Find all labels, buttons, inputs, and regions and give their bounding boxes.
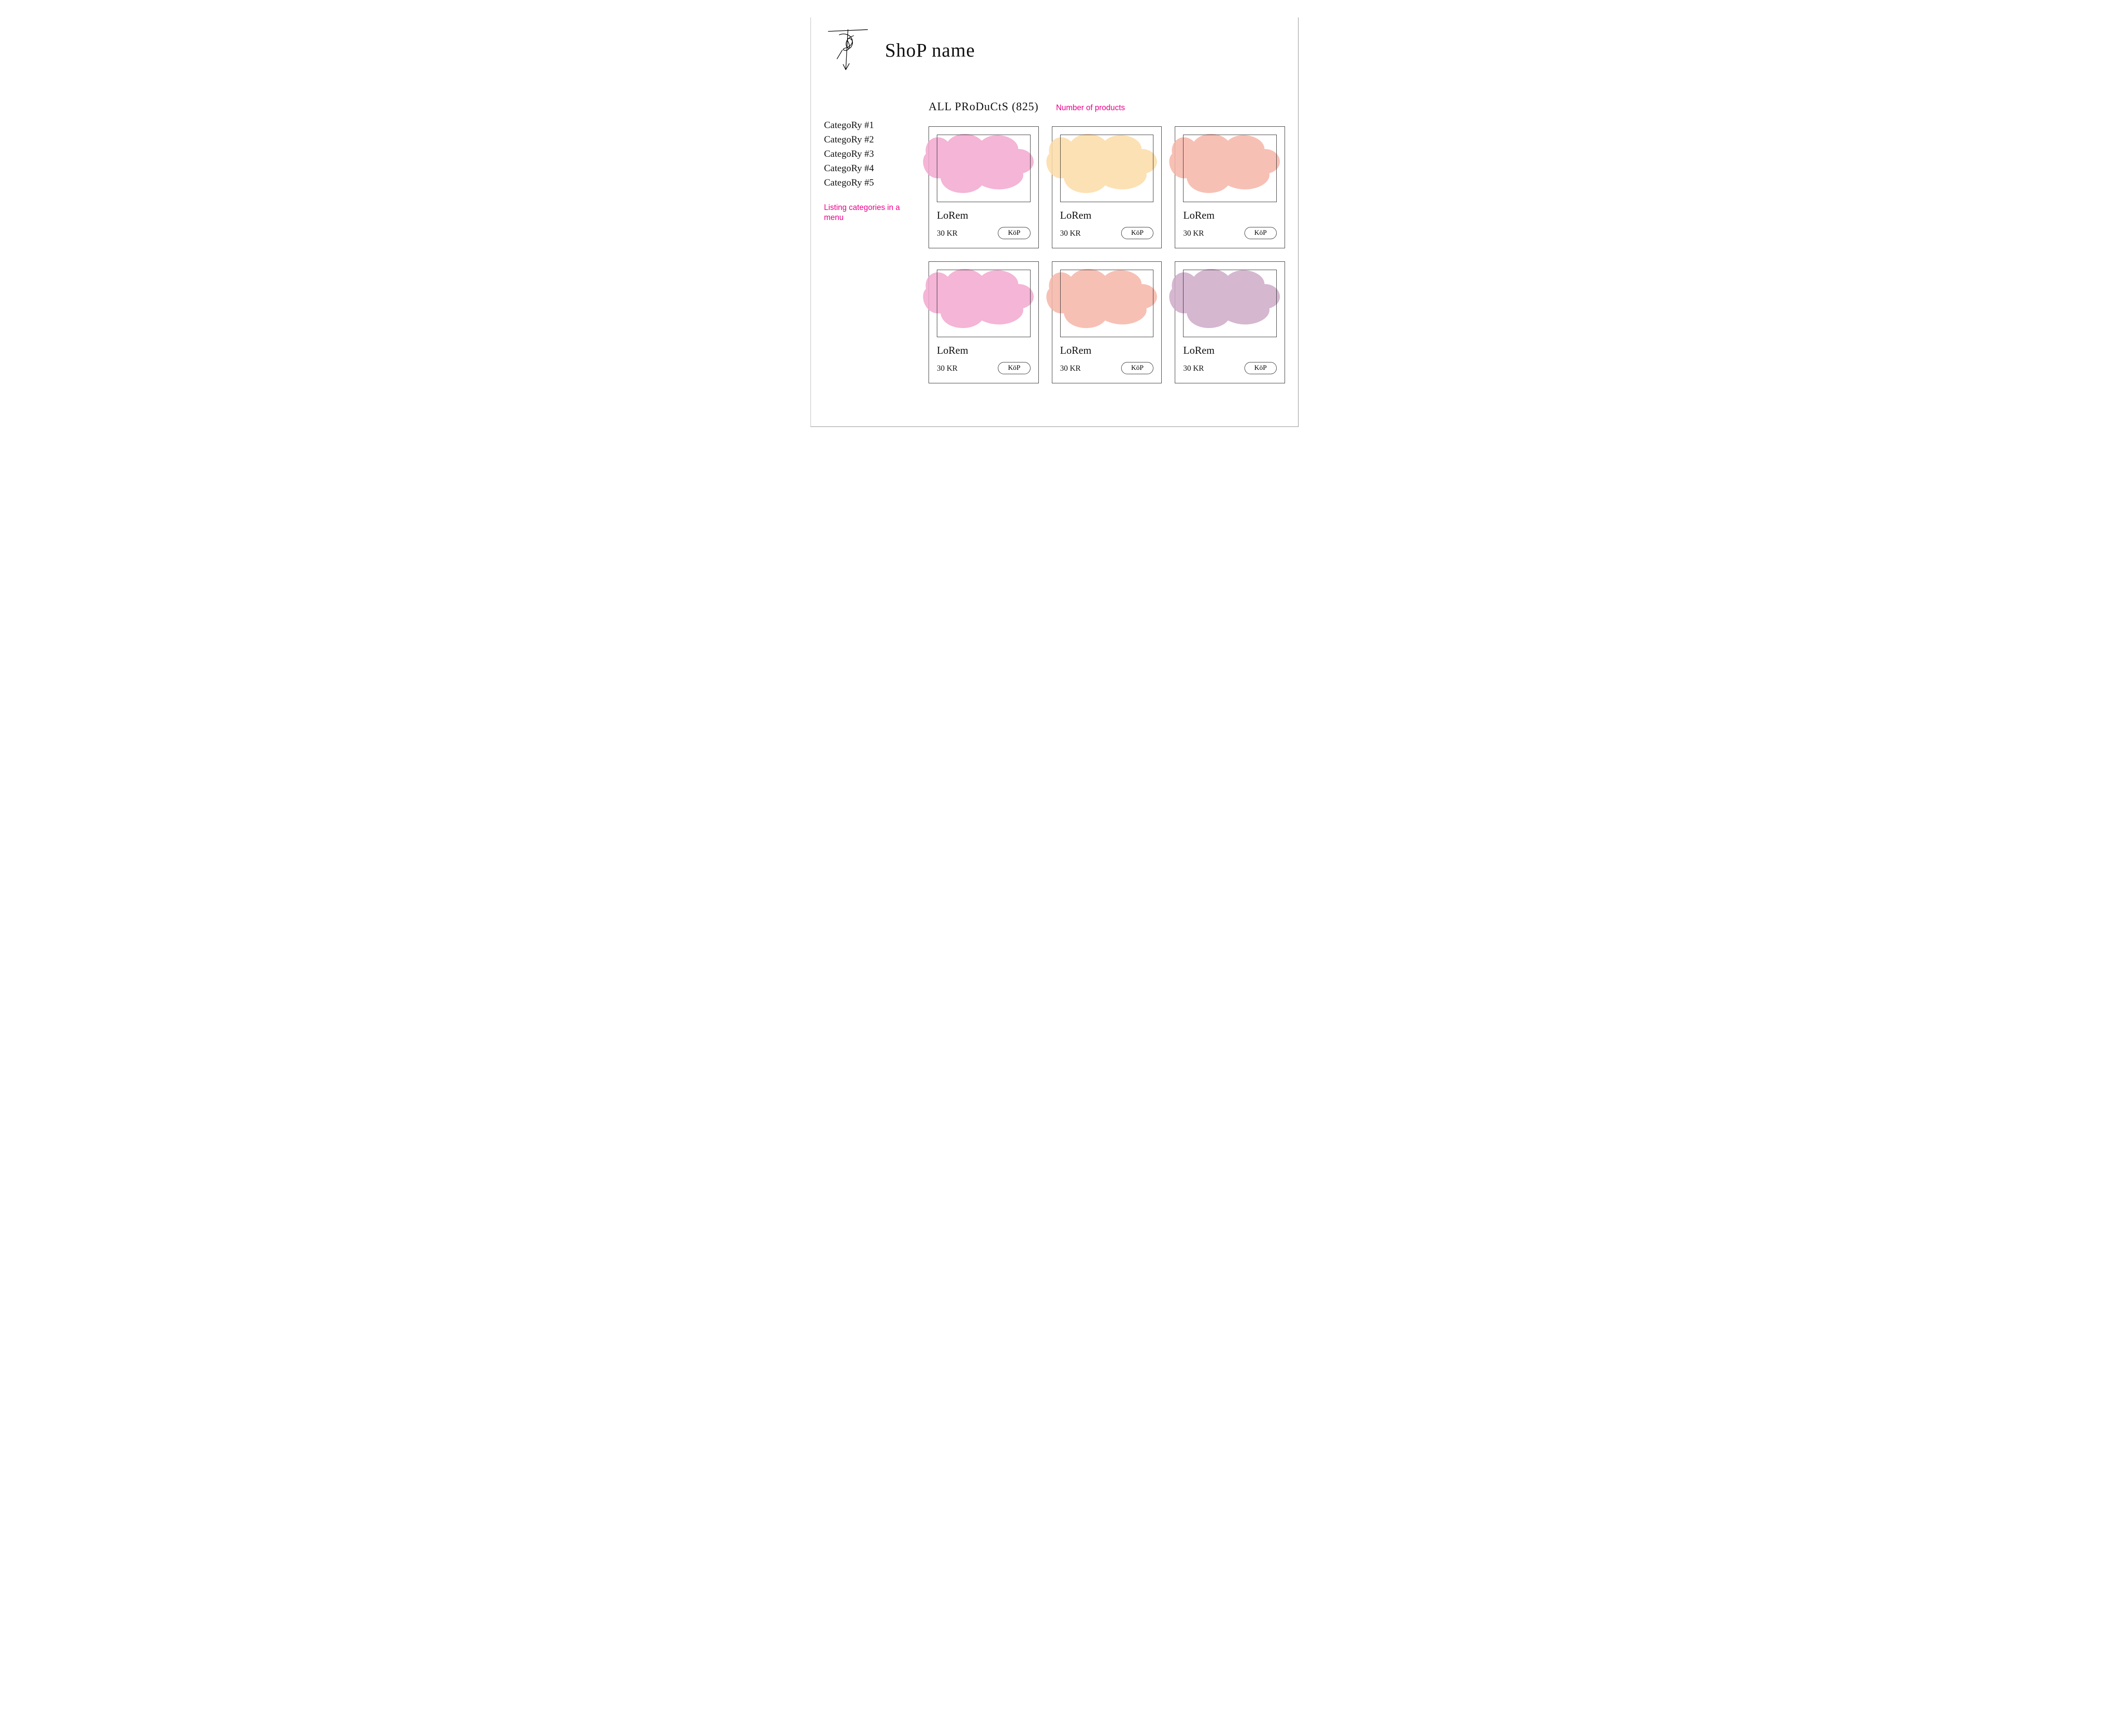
product-price: 30 KR (1060, 364, 1081, 373)
logo-scribble-icon (824, 26, 872, 74)
product-image-frame (1060, 270, 1154, 337)
product-card[interactable]: LoRem 30 KR KöP (1175, 126, 1285, 248)
product-price: 30 KR (937, 229, 958, 238)
page-heading: ALL PRoDuCtS (825) (929, 100, 1039, 113)
buy-button[interactable]: KöP (998, 362, 1030, 374)
product-price: 30 KR (1183, 229, 1204, 238)
sidebar-item-category[interactable]: CategoRy #4 (824, 161, 911, 175)
product-title: LoRem (1183, 345, 1277, 357)
buy-button-label: KöP (1255, 229, 1267, 237)
product-price: 30 KR (1183, 364, 1204, 373)
product-title: LoRem (1183, 210, 1277, 222)
sidebar-item-category[interactable]: CategoRy #1 (824, 118, 911, 132)
product-footer: 30 KR KöP (1183, 362, 1277, 374)
product-image-frame (937, 135, 1031, 202)
product-image-frame (1183, 135, 1277, 202)
sidebar-annotation: Listing categories in a menu (824, 203, 911, 223)
product-footer: 30 KR KöP (1060, 362, 1154, 374)
product-card[interactable]: LoRem 30 KR KöP (1052, 126, 1162, 248)
product-footer: 30 KR KöP (937, 362, 1031, 374)
page-frame: ShoP name CategoRy #1 CategoRy #2 Catego… (810, 17, 1299, 427)
product-footer: 30 KR KöP (1183, 227, 1277, 239)
sidebar-item-category[interactable]: CategoRy #5 (824, 175, 911, 190)
sidebar-item-category[interactable]: CategoRy #2 (824, 132, 911, 146)
product-footer: 30 KR KöP (1060, 227, 1154, 239)
product-title: LoRem (937, 345, 1031, 357)
header: ShoP name (824, 26, 1285, 74)
buy-button[interactable]: KöP (1121, 362, 1153, 374)
buy-button[interactable]: KöP (1121, 227, 1153, 239)
product-title: LoRem (1060, 345, 1154, 357)
product-image-frame (1060, 135, 1154, 202)
product-card[interactable]: LoRem 30 KR KöP (929, 261, 1039, 383)
product-price: 30 KR (937, 364, 958, 373)
category-sidebar: CategoRy #1 CategoRy #2 CategoRy #3 Cate… (824, 100, 911, 383)
sidebar-item-category[interactable]: CategoRy #3 (824, 146, 911, 161)
product-title: LoRem (937, 210, 1031, 222)
product-card[interactable]: LoRem 30 KR KöP (1052, 261, 1162, 383)
buy-button[interactable]: KöP (998, 227, 1030, 239)
buy-button[interactable]: KöP (1244, 362, 1277, 374)
buy-button-label: KöP (1255, 364, 1267, 372)
buy-button-label: KöP (1131, 364, 1143, 372)
product-image-frame (1183, 270, 1277, 337)
buy-button-label: KöP (1008, 229, 1020, 237)
product-footer: 30 KR KöP (937, 227, 1031, 239)
product-price: 30 KR (1060, 229, 1081, 238)
content-layout: CategoRy #1 CategoRy #2 CategoRy #3 Cate… (824, 100, 1285, 383)
product-card[interactable]: LoRem 30 KR KöP (1175, 261, 1285, 383)
heading-row: ALL PRoDuCtS (825) Number of products (929, 100, 1285, 113)
buy-button-label: KöP (1131, 229, 1143, 237)
heading-annotation: Number of products (1056, 103, 1125, 112)
buy-button[interactable]: KöP (1244, 227, 1277, 239)
buy-button-label: KöP (1008, 364, 1020, 372)
product-grid: LoRem 30 KR KöP LoRem 30 KR KöP (929, 126, 1285, 383)
product-card[interactable]: LoRem 30 KR KöP (929, 126, 1039, 248)
shop-title: ShoP name (885, 39, 975, 61)
product-title: LoRem (1060, 210, 1154, 222)
main-content: ALL PRoDuCtS (825) Number of products Lo… (929, 100, 1285, 383)
product-image-frame (937, 270, 1031, 337)
